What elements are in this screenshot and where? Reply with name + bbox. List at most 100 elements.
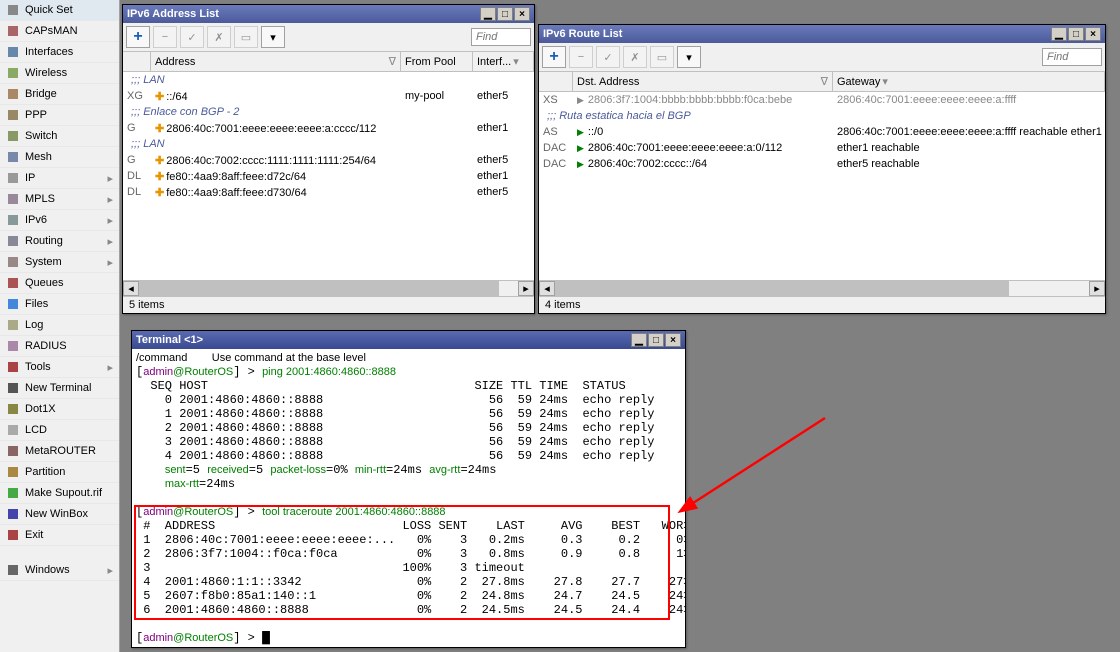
menu-icon (6, 402, 20, 416)
column-gateway[interactable]: Gateway▾ (833, 72, 1105, 91)
sidebar-item-tools[interactable]: Tools▸ (0, 357, 119, 378)
table-row[interactable]: XG✚::/64my-poolether5 (123, 88, 534, 104)
table-row[interactable]: ;;; LAN (123, 136, 534, 152)
table-row[interactable]: DL✚fe80::4aa9:8aff:feee:d72c/64ether1 (123, 168, 534, 184)
sidebar-item-label: CAPsMAN (25, 25, 78, 37)
table-row[interactable]: DAC▶2806:40c:7002:cccc::/64ether5 reacha… (539, 156, 1105, 172)
titlebar[interactable]: IPv6 Address List ▁ □ × (123, 5, 534, 23)
menu-icon (6, 444, 20, 458)
sidebar-item-new-terminal[interactable]: New Terminal (0, 378, 119, 399)
minimize-button[interactable]: ▁ (480, 7, 496, 21)
remove-button[interactable]: − (153, 26, 177, 48)
sidebar-item-label: System (25, 256, 62, 268)
sidebar-item-files[interactable]: Files (0, 294, 119, 315)
sidebar-item-windows[interactable]: Windows▸ (0, 560, 119, 581)
comment-button[interactable]: ▭ (650, 46, 674, 68)
table-row[interactable]: ;;; LAN (123, 72, 534, 88)
column-flags[interactable] (123, 52, 151, 71)
grid-body[interactable]: XS▶2806:3f7:1004:bbbb:bbbb:bbbb:f0ca:beb… (539, 92, 1105, 280)
sidebar-item-label: PPP (25, 109, 47, 121)
add-button[interactable]: + (126, 26, 150, 48)
scroll-left-icon[interactable]: ◂ (539, 281, 555, 296)
table-row[interactable]: DL✚fe80::4aa9:8aff:feee:d730/64ether5 (123, 184, 534, 200)
maximize-button[interactable]: □ (497, 7, 513, 21)
enable-button[interactable]: ✓ (180, 26, 204, 48)
menu-icon (6, 66, 20, 80)
sidebar-item-system[interactable]: System ▸ (0, 252, 119, 273)
scroll-right-icon[interactable]: ▸ (518, 281, 534, 296)
table-row[interactable]: AS▶::/02806:40c:7001:eeee:eeee:eeee:a:ff… (539, 124, 1105, 140)
sidebar-item-label: Log (25, 319, 43, 331)
sidebar-item-new-winbox[interactable]: New WinBox (0, 504, 119, 525)
close-button[interactable]: × (665, 333, 681, 347)
table-row[interactable]: ;;; Enlace con BGP - 2 (123, 104, 534, 120)
sidebar-item-lcd[interactable]: LCD (0, 420, 119, 441)
menu-icon (6, 563, 20, 577)
sidebar-item-make-supout.rif[interactable]: Make Supout.rif (0, 483, 119, 504)
sidebar-item-bridge[interactable]: Bridge (0, 84, 119, 105)
menu-icon (6, 87, 20, 101)
sidebar-item-label: Partition (25, 466, 65, 478)
sidebar-item-radius[interactable]: RADIUS (0, 336, 119, 357)
remove-button[interactable]: − (569, 46, 593, 68)
column-from-pool[interactable]: From Pool (401, 52, 473, 71)
table-row[interactable]: G✚2806:40c:7001:eeee:eeee:eeee:a:cccc/11… (123, 120, 534, 136)
sidebar-item-log[interactable]: Log (0, 315, 119, 336)
table-row[interactable]: DAC▶2806:40c:7001:eeee:eeee:eeee:a:0/112… (539, 140, 1105, 156)
sidebar-item-partition[interactable]: Partition (0, 462, 119, 483)
sidebar-item-ip[interactable]: IP▸ (0, 168, 119, 189)
sidebar-item-label: LCD (25, 424, 47, 436)
table-row[interactable]: ;;; Ruta estatica hacia el BGP (539, 108, 1105, 124)
titlebar[interactable]: IPv6 Route List ▁ □ × (539, 25, 1105, 43)
window-title: IPv6 Address List (127, 8, 479, 20)
sidebar-item-wireless[interactable]: Wireless (0, 63, 119, 84)
column-interface[interactable]: Interf...▾ (473, 52, 534, 71)
find-input[interactable] (471, 28, 531, 46)
terminal-output[interactable]: /command Use command at the base level [… (132, 349, 685, 647)
sidebar-item-interfaces[interactable]: Interfaces (0, 42, 119, 63)
titlebar[interactable]: Terminal <1> ▁ □ × (132, 331, 685, 349)
disable-button[interactable]: ✗ (207, 26, 231, 48)
sidebar-item-metarouter[interactable]: MetaROUTER (0, 441, 119, 462)
sidebar-item-label: Files (25, 298, 48, 310)
enable-button[interactable]: ✓ (596, 46, 620, 68)
minimize-button[interactable]: ▁ (631, 333, 647, 347)
sidebar-item-quick-set[interactable]: Quick Set (0, 0, 119, 21)
sidebar-item-mpls[interactable]: MPLS▸ (0, 189, 119, 210)
filter-button[interactable]: ▾ (261, 26, 285, 48)
grid-header: Address∇ From Pool Interf...▾ (123, 52, 534, 72)
scroll-left-icon[interactable]: ◂ (123, 281, 139, 296)
find-input[interactable] (1042, 48, 1102, 66)
table-row[interactable]: G✚2806:40c:7002:cccc:1111:1111:1111:254/… (123, 152, 534, 168)
comment-button[interactable]: ▭ (234, 26, 258, 48)
filter-button[interactable]: ▾ (677, 46, 701, 68)
table-row[interactable]: XS▶2806:3f7:1004:bbbb:bbbb:bbbb:f0ca:beb… (539, 92, 1105, 108)
sidebar-item-dot1x[interactable]: Dot1X (0, 399, 119, 420)
sidebar-item-switch[interactable]: Switch (0, 126, 119, 147)
close-button[interactable]: × (514, 7, 530, 21)
sidebar-item-queues[interactable]: Queues (0, 273, 119, 294)
menu-icon (6, 465, 20, 479)
disable-button[interactable]: ✗ (623, 46, 647, 68)
sidebar-item-mesh[interactable]: Mesh (0, 147, 119, 168)
sidebar-item-capsman[interactable]: CAPsMAN (0, 21, 119, 42)
menu-icon (6, 360, 20, 374)
scroll-right-icon[interactable]: ▸ (1089, 281, 1105, 296)
submenu-arrow-icon: ▸ (107, 235, 113, 248)
grid-body[interactable]: ;;; LANXG✚::/64my-poolether5;;; Enlace c… (123, 72, 534, 280)
sidebar-item-routing[interactable]: Routing▸ (0, 231, 119, 252)
maximize-button[interactable]: □ (1068, 27, 1084, 41)
close-button[interactable]: × (1085, 27, 1101, 41)
sidebar-item-ipv6[interactable]: IPv6▸ (0, 210, 119, 231)
add-button[interactable]: + (542, 46, 566, 68)
column-flags[interactable] (539, 72, 573, 91)
maximize-button[interactable]: □ (648, 333, 664, 347)
sidebar-item-ppp[interactable]: PPP (0, 105, 119, 126)
column-dst-address[interactable]: Dst. Address∇ (573, 72, 833, 91)
submenu-arrow-icon: ▸ (107, 256, 113, 269)
column-address[interactable]: Address∇ (151, 52, 401, 71)
sidebar-item-exit[interactable]: Exit (0, 525, 119, 546)
menu-icon (6, 276, 20, 290)
minimize-button[interactable]: ▁ (1051, 27, 1067, 41)
submenu-arrow-icon: ▸ (107, 193, 113, 206)
